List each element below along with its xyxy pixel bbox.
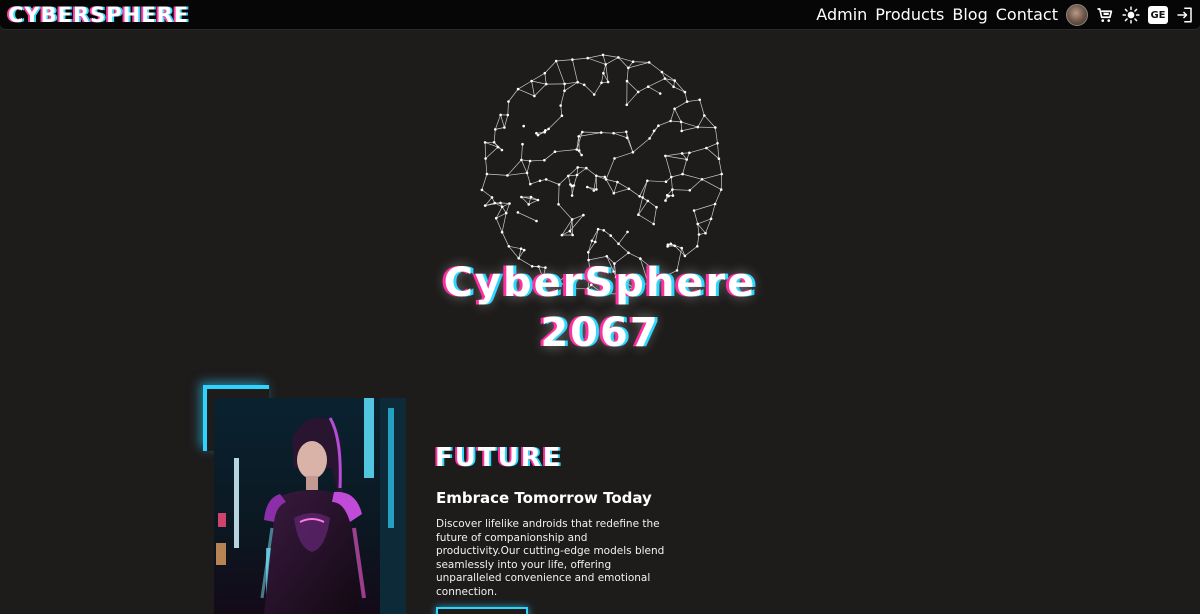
cta-button[interactable] xyxy=(436,607,528,614)
logout-icon[interactable] xyxy=(1176,6,1194,24)
nav-links: Admin Products Blog Contact GE xyxy=(816,0,1194,30)
section-heading: FUTURE xyxy=(435,443,563,473)
top-navbar: CYBERSPHERE Admin Products Blog Contact xyxy=(0,0,1200,30)
nav-link-contact[interactable]: Contact xyxy=(996,0,1058,30)
section-subtitle: Embrace Tomorrow Today xyxy=(436,489,652,507)
nav-link-admin[interactable]: Admin xyxy=(816,0,867,30)
hero-title: CyberSphere 2067 xyxy=(300,258,900,358)
language-badge[interactable]: GE xyxy=(1148,6,1168,24)
section-description: Discover lifelike androids that redefine… xyxy=(436,518,665,598)
hero-title-line2: 2067 xyxy=(540,310,660,356)
cart-icon[interactable] xyxy=(1096,6,1114,24)
nav-link-products[interactable]: Products xyxy=(875,0,944,30)
android-woman-image xyxy=(214,398,406,614)
hero-title-line1: CyberSphere xyxy=(443,260,757,306)
nav-link-blog[interactable]: Blog xyxy=(952,0,987,30)
user-avatar[interactable] xyxy=(1066,4,1088,26)
sun-icon[interactable] xyxy=(1122,6,1140,24)
site-logo[interactable]: CYBERSPHERE xyxy=(8,2,189,28)
